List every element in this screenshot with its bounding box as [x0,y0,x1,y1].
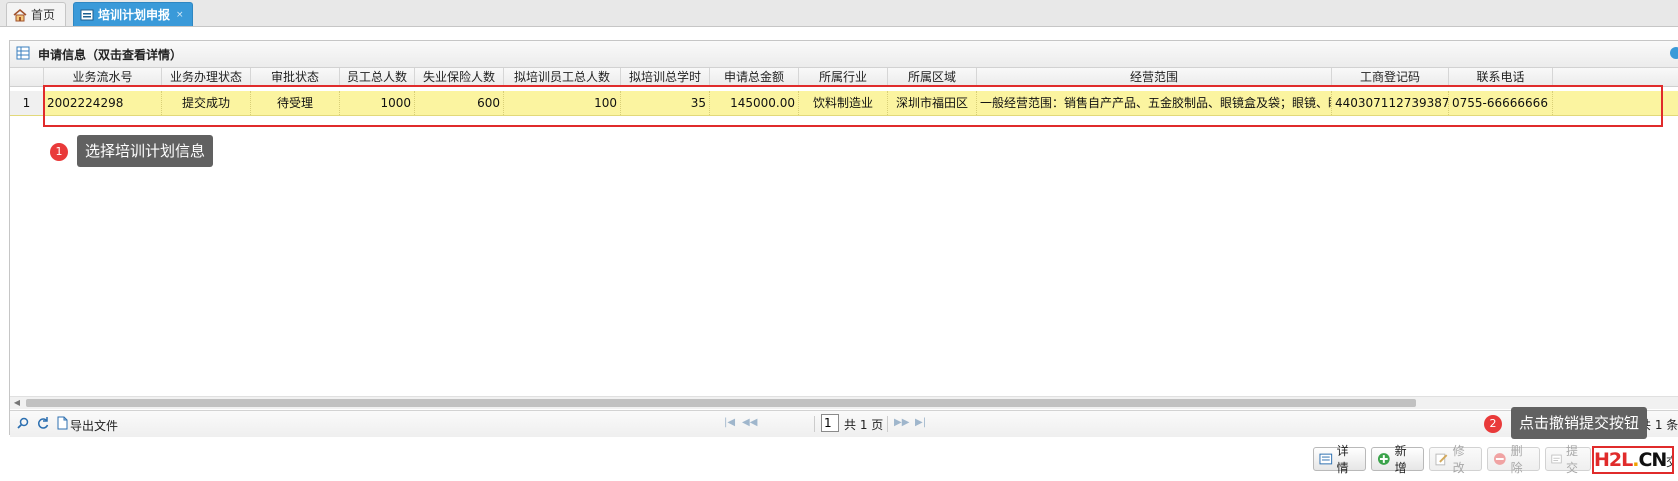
add-button-label: 新增 [1394,444,1407,475]
header-region[interactable]: 所属区域 [888,68,977,86]
scroll-left-icon[interactable]: ◀ [12,398,22,408]
plus-circle-icon [1377,453,1390,465]
header-insured-count[interactable]: 失业保险人数 [415,68,504,86]
edit-button[interactable]: 修改 [1429,444,1482,475]
tab-close-icon[interactable]: × [176,10,184,20]
header-rownum [10,68,44,86]
tab-home-label: 首页 [31,8,56,22]
panel-header: 申请信息（双击查看详情） [10,41,1678,68]
search-icon[interactable] [16,416,30,430]
header-trainee-total[interactable]: 拟培训员工总人数 [504,68,621,86]
cell-reg-code: 440307112739387 [1332,91,1449,115]
home-icon [13,8,27,21]
tab-training-plan-label: 培训计划申报 [98,8,171,22]
refresh-icon[interactable] [36,416,50,430]
edit-button-label: 修改 [1452,444,1465,475]
cell-employee-total: 1000 [340,91,415,115]
submit-icon [1551,454,1562,464]
cell-serial-no: 2002224298 [44,91,162,115]
next-page-icon[interactable]: ▶▶ [894,417,909,428]
submit-button[interactable]: 提交 [1545,444,1591,475]
header-business-status[interactable]: 业务办理状态 [162,68,251,86]
edit-icon [1435,453,1448,466]
cell-trainee-total: 100 [504,91,621,115]
header-employee-total[interactable]: 员工总人数 [340,68,415,86]
horizontal-scrollbar[interactable]: ◀ [10,396,1678,409]
header-industry[interactable]: 所属行业 [799,68,888,86]
header-reg-code[interactable]: 工商登记码 [1332,68,1449,86]
tab-home[interactable]: 首页 [6,2,66,26]
page-total-label: 共 1 页 [844,418,884,432]
cancel-submit-button-label: 交 [1666,453,1672,470]
cell-amount: 145000.00 [710,91,799,115]
pager-separator [887,416,888,432]
header-approval-status[interactable]: 审批状态 [251,68,340,86]
collapse-icon[interactable] [1670,47,1678,59]
header-training-hours[interactable]: 拟培训总学时 [621,68,710,86]
cell-industry: 饮料制造业 [799,91,888,115]
delete-button-label: 删除 [1510,444,1523,475]
header-business-scope[interactable]: 经营范围 [977,68,1332,86]
tab-training-plan[interactable]: 培训计划申报 × [73,2,193,26]
delete-button[interactable]: 删除 [1487,444,1540,475]
watermark-logo: H2L.CN [1594,449,1667,471]
header-phone[interactable]: 联系电话 [1449,68,1553,86]
scrollbar-thumb[interactable] [26,399,1416,407]
minus-circle-icon [1493,453,1506,465]
cell-insured-count: 600 [415,91,504,115]
callout-1-badge: 1 [50,143,68,161]
table-row[interactable]: 1 2002224298 提交成功 待受理 1000 600 100 35 14… [10,91,1678,116]
first-page-icon[interactable]: |◀ [724,417,735,428]
list-icon [1319,453,1333,465]
form-icon [80,9,94,20]
header-amount[interactable]: 申请总金额 [710,68,799,86]
export-file-button[interactable]: 导出文件 [70,417,118,434]
callout-2-badge: 2 [1484,415,1502,433]
grid-header: 业务流水号 业务办理状态 审批状态 员工总人数 失业保险人数 拟培训员工总人数 … [10,68,1678,87]
callout-1-tip: 选择培训计划信息 [77,135,214,167]
cell-training-hours: 35 [621,91,710,115]
page-number-input[interactable]: 1 [821,414,839,432]
detail-button[interactable]: 详情 [1313,444,1366,475]
cell-business-status: 提交成功 [162,91,251,115]
cell-business-scope: 一般经营范围：销售自产产品、五金胶制品、眼镜盒及袋；眼镜、眼镜配 [977,91,1332,115]
cell-region: 深圳市福田区 [888,91,977,115]
callout-2-tip: 点击撤销提交按钮 [1511,407,1648,439]
submit-button-label: 提交 [1566,444,1579,475]
application-panel: 申请信息（双击查看详情） 业务流水号 业务办理状态 审批状态 员工总人数 失业保… [9,40,1678,437]
pager-bar: 导出文件 |◀ ◀◀ 1 共 1 页 ▶▶ ▶| 共 1 条 [10,410,1678,437]
tab-bar: 首页 培训计划申报 × [0,0,1678,27]
grid-icon [16,46,30,60]
header-serial-no[interactable]: 业务流水号 [44,68,162,86]
prev-page-icon[interactable]: ◀◀ [742,417,757,428]
cell-phone: 0755-66666666 [1449,91,1553,115]
cell-approval-status: 待受理 [251,91,340,115]
detail-button-label: 详情 [1336,444,1349,475]
row-number: 1 [10,91,44,115]
add-button[interactable]: 新增 [1371,444,1424,475]
last-page-icon[interactable]: ▶| [915,417,926,428]
pager-separator [814,416,815,432]
panel-title: 申请信息（双击查看详情） [38,48,183,62]
cancel-submit-button-highlight[interactable]: H2L.CN 交 [1592,446,1674,474]
export-file-icon[interactable] [55,416,69,430]
